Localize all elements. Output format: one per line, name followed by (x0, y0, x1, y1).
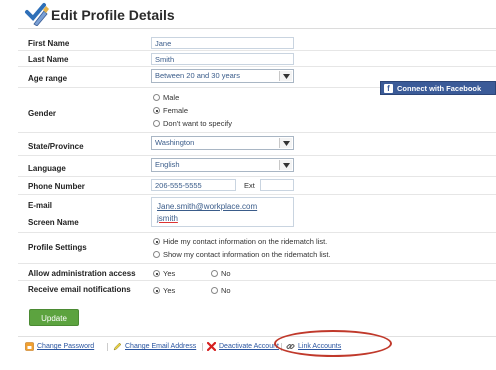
phone-input[interactable]: 206-555-5555 (151, 179, 236, 191)
email-notifications-label: Receive email notifications (28, 285, 131, 294)
age-range-value: Between 20 and 30 years (155, 71, 241, 80)
phone-row: Phone Number 206-555-5555 Ext (18, 177, 496, 195)
profile-show-label: Show my contact information on the ridem… (163, 250, 331, 259)
edit-profile-panel: Edit Profile Details First Name Jane Las… (18, 0, 496, 368)
admin-access-label: Allow administration access (28, 269, 136, 278)
email-notifications-no-label: No (221, 286, 231, 295)
profile-settings-row: Profile Settings Hide my contact informa… (18, 234, 496, 264)
change-email-link[interactable]: Change Email Address (113, 342, 196, 351)
admin-access-yes[interactable]: Yes (153, 269, 175, 278)
radio-icon (211, 287, 218, 294)
state-label: State/Province (28, 142, 84, 151)
change-email-label: Change Email Address (125, 343, 197, 350)
panel-header: Edit Profile Details (18, 0, 496, 29)
age-range-select[interactable]: Between 20 and 30 years (151, 69, 294, 83)
state-row: State/Province Washington (18, 134, 496, 156)
email-notifications-yes-label: Yes (163, 286, 176, 295)
email-screenname-box[interactable]: Jane.smith@workplace.com jsmith (151, 197, 294, 227)
radio-icon (153, 94, 160, 101)
ext-label: Ext (244, 181, 255, 190)
change-password-label: Change Password (37, 343, 95, 350)
highlight-circle (274, 330, 392, 357)
deactivate-account-link[interactable]: Deactivate Account (207, 342, 279, 351)
radio-selected-icon (153, 287, 160, 294)
language-label: Language (28, 164, 66, 173)
email-notifications-yes[interactable]: Yes (153, 286, 175, 295)
red-x-icon (207, 342, 216, 351)
last-name-input[interactable]: Smith (151, 53, 294, 65)
account-links-bar: Change Password Change Email Address Dea… (18, 336, 496, 354)
radio-icon (211, 270, 218, 277)
profile-show-option[interactable]: Show my contact information on the ridem… (153, 250, 331, 259)
state-select[interactable]: Washington (151, 136, 294, 150)
profile-hide-option[interactable]: Hide my contact information on the ridem… (153, 237, 327, 246)
radio-selected-icon (153, 270, 160, 277)
profile-hide-label: Hide my contact information on the ridem… (163, 237, 328, 246)
first-name-label: First Name (28, 39, 70, 48)
language-value: English (155, 160, 180, 169)
link-divider (202, 343, 203, 351)
state-value: Washington (155, 138, 195, 147)
last-name-row: Last Name Smith (18, 52, 496, 67)
gender-unspecified-label: Don't want to specify (163, 119, 232, 128)
admin-access-yes-label: Yes (163, 269, 176, 278)
screen-name-label: Screen Name (28, 218, 79, 227)
email-notifications-row: Receive email notifications Yes No (18, 281, 496, 297)
gender-male-label: Male (163, 93, 180, 102)
gender-row: Gender Male Female Don't want to specify (18, 88, 496, 133)
gender-female-label: Female (163, 106, 189, 115)
email-value[interactable]: Jane.smith@workplace.com (157, 202, 257, 211)
deactivate-account-label: Deactivate Account (219, 343, 279, 350)
pencil-icon (113, 342, 122, 351)
email-label: E-mail (28, 201, 53, 210)
profile-settings-label: Profile Settings (28, 243, 87, 252)
chevron-down-icon (279, 138, 292, 148)
screen-name-value[interactable]: jsmith (157, 214, 178, 223)
gender-option-male[interactable]: Male (153, 93, 179, 102)
gender-option-female[interactable]: Female (153, 106, 188, 115)
first-name-row: First Name Jane (18, 36, 496, 51)
language-select[interactable]: English (151, 158, 294, 172)
gender-label: Gender (28, 109, 57, 118)
language-row: Language English (18, 156, 496, 177)
radio-selected-icon (153, 238, 160, 245)
ext-input[interactable] (260, 179, 294, 191)
chevron-down-icon (279, 160, 292, 170)
page-title: Edit Profile Details (51, 7, 175, 23)
email-notifications-no[interactable]: No (211, 286, 231, 295)
phone-label: Phone Number (28, 182, 85, 191)
link-divider (107, 343, 108, 351)
lock-icon (25, 342, 34, 351)
age-range-label: Age range (28, 74, 68, 83)
chevron-down-icon (279, 71, 292, 81)
radio-icon (153, 120, 160, 127)
admin-access-no-label: No (221, 269, 231, 278)
radio-icon (153, 251, 160, 258)
pencil-check-icon (25, 3, 49, 26)
last-name-label: Last Name (28, 55, 69, 64)
gender-option-unspecified[interactable]: Don't want to specify (153, 119, 232, 128)
update-button[interactable]: Update (29, 309, 79, 326)
first-name-input[interactable]: Jane (151, 37, 294, 49)
admin-access-no[interactable]: No (211, 269, 231, 278)
change-password-link[interactable]: Change Password (25, 342, 94, 351)
radio-selected-icon (153, 107, 160, 114)
admin-access-row: Allow administration access Yes No (18, 265, 496, 281)
